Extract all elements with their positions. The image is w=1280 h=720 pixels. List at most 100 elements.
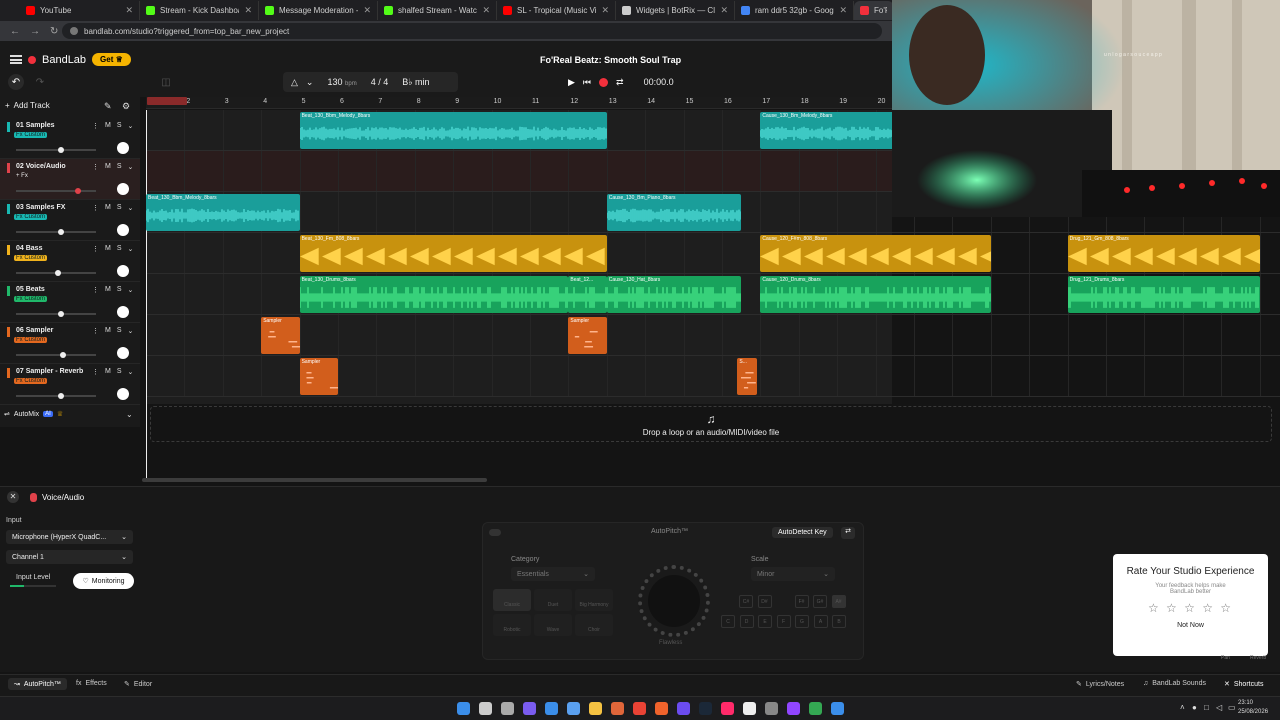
solo-button[interactable]: S (117, 245, 122, 253)
chevron-down-icon[interactable]: ⌄ (306, 77, 314, 88)
track-header[interactable]: 07 Sampler - Reverb Fx Custom ⋮ M S ⌄ (0, 364, 140, 405)
search-icon[interactable] (479, 702, 492, 715)
app-icon[interactable] (721, 702, 734, 715)
project-title[interactable]: Fo'Real Beatz: Smooth Soul Trap (540, 55, 681, 65)
mute-button[interactable]: M (105, 204, 111, 212)
pencil-icon[interactable]: ✎ (104, 101, 112, 112)
monitoring-button[interactable]: ♡ Monitoring (73, 573, 134, 589)
mic-icon[interactable]: ● (1192, 703, 1197, 712)
track-menu-icon[interactable]: ⋮ (92, 327, 99, 335)
channel-select[interactable]: Channel 1 ⌄ (6, 550, 133, 564)
pan-knob[interactable] (117, 142, 129, 154)
pitch-style-option[interactable]: Wave (534, 614, 572, 636)
explorer-icon[interactable] (589, 702, 602, 715)
scale-select[interactable]: Minor ⌄ (751, 567, 835, 581)
track-menu-icon[interactable]: ⋮ (92, 245, 99, 253)
track-fx-badge[interactable]: Fx Custom (14, 378, 48, 384)
track-fx-badge[interactable]: Fx Custom (14, 214, 48, 220)
track-name[interactable]: 04 Bass (16, 245, 42, 252)
track-volume-slider[interactable] (16, 229, 96, 235)
track-header[interactable]: 06 Sampler Fx Custom ⋮ M S ⌄ (0, 323, 140, 364)
solo-button[interactable]: S (117, 122, 122, 130)
browser-tab[interactable]: Widgets | BotRix — Cloud Strea ✕ (616, 1, 735, 20)
key-button[interactable]: F (776, 615, 791, 628)
key-button[interactable]: A# (831, 595, 846, 608)
volume-icon[interactable]: ◁ (1216, 703, 1222, 712)
get-membership-button[interactable]: Get ♕ (92, 53, 131, 66)
mute-button[interactable]: M (105, 122, 111, 130)
network-icon[interactable]: □ (1204, 703, 1209, 712)
key-button[interactable]: D# (757, 595, 772, 608)
key-value[interactable]: B♭ min (402, 77, 429, 88)
audio-clip[interactable]: Sampler (261, 317, 300, 354)
drop-zone[interactable]: ♫ Drop a loop or an audio/MIDI/video fil… (150, 406, 1272, 442)
input-device-select[interactable]: Microphone (HyperX QuadC... ⌄ (6, 530, 133, 544)
track-volume-slider[interactable] (16, 147, 96, 153)
autopitch-toggle[interactable] (489, 529, 501, 536)
menu-icon[interactable] (10, 55, 22, 64)
audio-clip[interactable]: Drug_121_Gm_808_8bars (1067, 235, 1260, 272)
audio-clip[interactable]: Drug_121_Drums_8bars (1067, 276, 1260, 313)
audio-clip[interactable]: Cause_130_Bm_Piano_8bars (606, 194, 742, 231)
volume-handle[interactable] (57, 393, 64, 399)
close-tab-icon[interactable]: ✕ (244, 5, 252, 16)
chevron-up-icon[interactable]: ˄ (1180, 703, 1185, 712)
key-button[interactable]: D (739, 615, 754, 628)
close-tab-icon[interactable]: ✕ (363, 5, 371, 16)
time-signature[interactable]: 4 / 4 (371, 77, 389, 87)
telegram-icon[interactable] (831, 702, 844, 715)
track-menu-icon[interactable]: ⋮ (92, 368, 99, 376)
volume-handle[interactable] (57, 229, 64, 235)
redo-icon[interactable]: ↷ (32, 74, 48, 90)
audio-clip[interactable]: Beat_130_Bbm_Melody_8bars (146, 194, 300, 231)
close-tab-icon[interactable]: ✕ (839, 5, 847, 16)
audio-clip[interactable]: Sampler (299, 358, 338, 395)
solo-button[interactable]: S (117, 286, 122, 294)
pitch-style-option[interactable]: Choir (575, 614, 613, 636)
audio-clip[interactable]: Beat_130_Bbm_Melody_8bars (299, 112, 607, 149)
widgets-icon[interactable] (545, 702, 558, 715)
volume-handle[interactable] (55, 270, 62, 276)
horizontal-scrollbar[interactable] (142, 478, 487, 482)
browser-tab[interactable]: SL - Tropical (Music Video) | © ✕ (497, 1, 616, 20)
app-icon[interactable] (765, 702, 778, 715)
playhead[interactable] (146, 110, 147, 480)
track-lane[interactable] (146, 315, 1280, 356)
automix-row[interactable]: ⇌ AutoMix AI ♕ (4, 410, 63, 419)
volume-handle[interactable] (75, 188, 82, 194)
pitch-style-option[interactable]: Classic (493, 589, 531, 611)
track-fx-badge[interactable]: Fx Custom (14, 337, 48, 343)
volume-handle[interactable] (60, 352, 67, 358)
track-fx-badge[interactable]: Fx Custom (14, 132, 48, 138)
key-button[interactable]: C# (739, 595, 753, 608)
audio-clip[interactable]: Sampler (568, 317, 607, 354)
brand-logo[interactable]: BandLab Get ♕ (10, 53, 131, 66)
audio-clip[interactable]: S... (737, 358, 757, 395)
url-input[interactable]: bandlab.com/studio?triggered_from=top_ba… (62, 23, 882, 39)
track-fx-badge[interactable]: Fx Custom (14, 296, 48, 302)
forward-icon[interactable]: → (30, 26, 40, 37)
loop-icon[interactable]: ⇄ (616, 77, 624, 88)
autopitch-dial[interactable] (638, 565, 710, 637)
track-name[interactable]: 01 Samples (16, 122, 55, 129)
add-track-button[interactable]: + Add Track (5, 101, 50, 110)
play-icon[interactable]: ▶ (568, 77, 575, 88)
track-volume-slider[interactable] (16, 352, 96, 358)
track-header[interactable]: 02 Voice/Audio + Fx ⋮ M S ⌄ (0, 159, 140, 200)
close-tab-icon[interactable]: ✕ (720, 5, 728, 16)
tab-shortcuts[interactable]: ✕ Shortcuts (1224, 680, 1263, 689)
close-icon[interactable]: ✕ (7, 491, 19, 503)
site-info-icon[interactable] (70, 27, 78, 35)
task-view-icon[interactable] (501, 702, 514, 715)
settings-icon[interactable]: ⚙ (122, 101, 130, 112)
browser-tab[interactable]: Stream - Kick Dashboard ✕ (140, 1, 259, 20)
audio-clip[interactable]: Cause_120_Drums_8bars (760, 276, 991, 313)
swap-icon[interactable]: ⇄ (841, 527, 855, 539)
track-volume-slider[interactable] (16, 270, 96, 276)
category-select[interactable]: Essentials ⌄ (511, 567, 595, 581)
pitch-style-option[interactable]: Robotic (493, 614, 531, 636)
tab-autopitch[interactable]: ↝ AutoPitch™ (8, 678, 67, 690)
track-fx-badge[interactable]: Fx Custom (14, 255, 48, 261)
reload-icon[interactable]: ↻ (50, 26, 58, 37)
solo-button[interactable]: S (117, 368, 122, 376)
